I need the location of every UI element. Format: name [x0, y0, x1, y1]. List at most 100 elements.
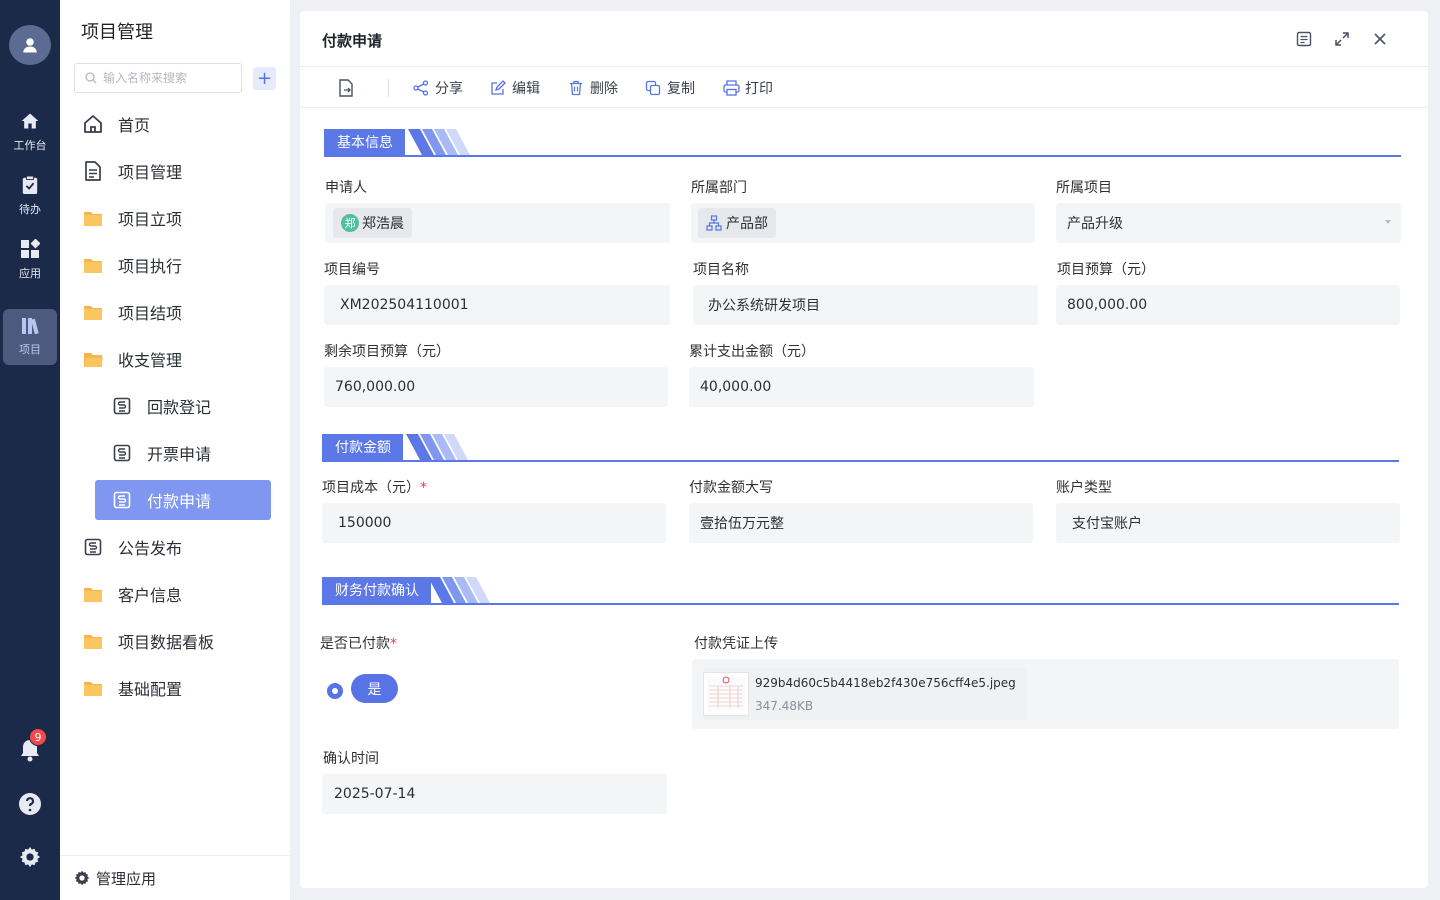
sidebar-item-label: 项目立项	[118, 210, 183, 229]
help-icon	[19, 793, 41, 815]
details-view-button[interactable]	[1294, 29, 1314, 49]
edit-button[interactable]: 编辑	[489, 77, 540, 99]
project-no-label: 项目编号	[324, 262, 380, 278]
add-button[interactable]: +	[253, 67, 276, 90]
voucher-label: 付款凭证上传	[694, 636, 778, 652]
file-thumbnail[interactable]	[703, 672, 749, 716]
export-button[interactable]	[336, 78, 356, 98]
paid-label: 是否已付款*	[320, 633, 397, 653]
sidebar-item-label: 付款申请	[147, 492, 212, 511]
trash-icon	[570, 80, 582, 96]
sidebar-item-label: 开票申请	[147, 445, 212, 464]
manage-apps-label: 管理应用	[96, 869, 157, 888]
confirm-time-value: 2025-07-14	[334, 786, 416, 802]
doc-export-icon	[339, 79, 353, 97]
delete-label: 删除	[590, 81, 618, 97]
notification-button[interactable]: 9	[18, 728, 47, 762]
project-select[interactable]: 产品升级	[1056, 203, 1401, 243]
spent-amount-field[interactable]: 40,000.00	[689, 367, 1034, 407]
help-button[interactable]	[18, 792, 42, 816]
sidebar-item-announcement[interactable]: 公告发布	[76, 527, 276, 567]
remaining-budget-field[interactable]: 760,000.00	[324, 367, 668, 407]
account-type-field[interactable]: 支付宝账户	[1056, 503, 1400, 543]
list-doc-icon	[1296, 31, 1312, 47]
form-doc-icon	[113, 397, 131, 415]
toolbar: 分享 编辑 删除 复制 打印	[300, 66, 1428, 108]
budget-field[interactable]: 800,000.00	[1056, 285, 1400, 325]
rail-item-label: 项目	[19, 343, 41, 356]
sidebar-item-config[interactable]: 基础配置	[76, 668, 276, 708]
fullscreen-button[interactable]	[1332, 29, 1352, 49]
cost-value: 150000	[338, 515, 392, 531]
sidebar-item-invoice[interactable]: 开票申请	[95, 433, 271, 473]
folder-icon	[84, 212, 102, 226]
close-button[interactable]	[1370, 29, 1390, 49]
account-type-value: 支付宝账户	[1072, 516, 1142, 532]
project-name-field[interactable]: 办公系统研发项目	[693, 285, 1038, 325]
sidebar-item-label: 公告发布	[118, 539, 183, 558]
copy-icon	[645, 80, 661, 96]
copy-button[interactable]: 复制	[644, 77, 695, 99]
panel-actions	[1294, 29, 1390, 49]
project-value: 产品升级	[1067, 216, 1123, 232]
rail-item-apps[interactable]: 应用	[3, 232, 57, 288]
applicant-field[interactable]: 郑 郑浩晨	[325, 203, 670, 243]
project-name-value: 办公系统研发项目	[708, 298, 820, 314]
applicant-label: 申请人	[325, 180, 367, 196]
notification-badge: 9	[29, 728, 47, 746]
file-name: 929b4d60c5b4418eb2f430e756cff4e5.jpeg	[755, 676, 1016, 690]
sidebar-item-collection[interactable]: 回款登记	[95, 386, 271, 426]
project-no-field[interactable]: XM202504110001	[324, 285, 670, 325]
manage-apps-button[interactable]: 管理应用	[60, 855, 290, 900]
section-payment-amount: 付款金额	[322, 434, 1399, 462]
remaining-budget-value: 760,000.00	[335, 379, 416, 395]
paid-yes-radio[interactable]	[327, 683, 343, 699]
sidebar-item-initiation[interactable]: 项目立项	[76, 198, 276, 238]
sidebar-title: 项目管理	[81, 22, 153, 43]
applicant-chip: 郑 郑浩晨	[333, 208, 412, 238]
org-chart-icon	[706, 215, 722, 231]
paid-yes-option[interactable]: 是	[351, 674, 398, 703]
print-button[interactable]: 打印	[722, 77, 773, 99]
toolbar-divider	[388, 79, 389, 97]
sidebar-item-label: 回款登记	[147, 398, 212, 417]
edit-icon	[491, 80, 506, 95]
project-name-label: 项目名称	[693, 262, 749, 278]
amount-upper-field[interactable]: 壹拾伍万元整	[689, 503, 1033, 543]
settings-button[interactable]	[18, 845, 42, 869]
department-chip: 产品部	[698, 208, 776, 238]
rail-item-todo[interactable]: 待办	[3, 168, 57, 224]
user-avatar[interactable]	[9, 25, 51, 65]
budget-label: 项目预算（元）	[1057, 262, 1155, 278]
rail-item-project[interactable]: 项目	[3, 309, 57, 365]
delete-button[interactable]: 删除	[567, 77, 618, 99]
sidebar-item-project-management[interactable]: 项目管理	[76, 151, 276, 191]
cost-field[interactable]: 150000	[322, 503, 666, 543]
sidebar-item-closure[interactable]: 项目结项	[76, 292, 276, 332]
sidebar-item-payment[interactable]: 付款申请	[95, 480, 271, 520]
remaining-budget-label: 剩余项目预算（元）	[324, 344, 450, 360]
folder-icon	[84, 588, 102, 602]
rail-item-workbench[interactable]: 工作台	[3, 104, 57, 160]
sidebar-item-dashboard[interactable]: 项目数据看板	[76, 621, 276, 661]
sidebar-item-label: 首页	[118, 116, 151, 135]
search-input[interactable]	[103, 71, 233, 85]
share-button[interactable]: 分享	[412, 77, 463, 99]
folder-open-icon	[84, 353, 103, 367]
sidebar-item-finance[interactable]: 收支管理	[76, 339, 276, 379]
user-icon	[23, 38, 37, 53]
sidebar-item-home[interactable]: 首页	[76, 104, 276, 144]
section-stripes-decoration	[406, 434, 468, 460]
project-no-value: XM202504110001	[340, 297, 469, 313]
sidebar-item-customers[interactable]: 客户信息	[76, 574, 276, 614]
share-label: 分享	[435, 81, 463, 97]
sidebar-item-execution[interactable]: 项目执行	[76, 245, 276, 285]
applicant-avatar: 郑	[341, 214, 359, 232]
cost-label-text: 项目成本（元）	[322, 480, 420, 496]
sidebar-item-label: 收支管理	[118, 351, 183, 370]
gear-icon	[19, 846, 41, 868]
confirm-time-field[interactable]: 2025-07-14	[322, 774, 667, 814]
books-icon	[22, 318, 39, 335]
rail-item-label: 应用	[19, 267, 41, 280]
department-field[interactable]: 产品部	[691, 203, 1035, 243]
